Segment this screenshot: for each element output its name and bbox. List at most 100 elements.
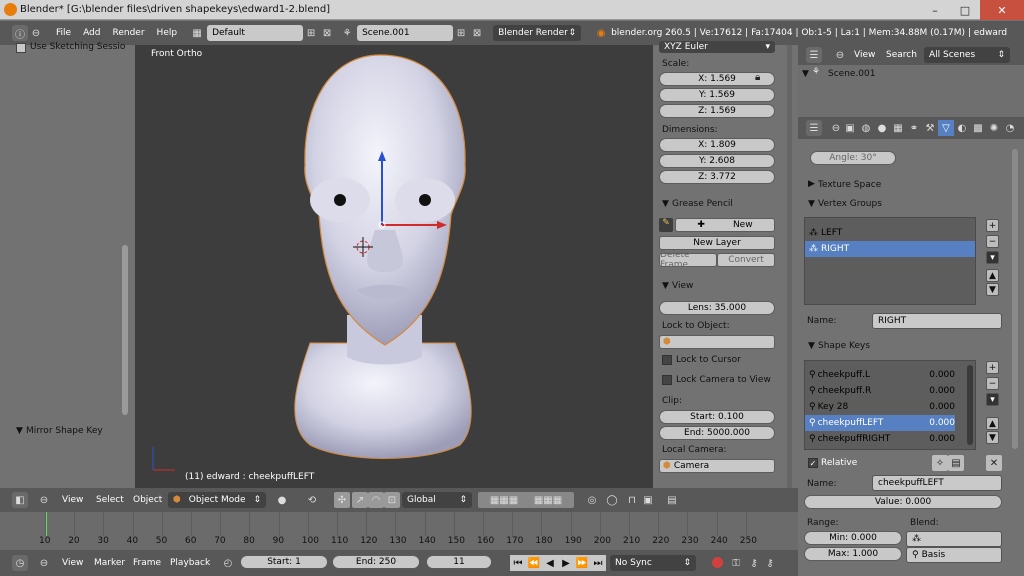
delete-key-icon[interactable]: ⚷ [762, 555, 778, 571]
view3d-menu-view[interactable]: View [56, 495, 89, 505]
mode-select[interactable]: ⬢ Object Mode ⇕ [168, 492, 266, 508]
render-opengl-icon[interactable]: ▤ [664, 492, 680, 508]
sync-mode-select[interactable]: No Sync ⇕ [610, 555, 696, 571]
jump-end-icon[interactable]: ⏭ [590, 555, 606, 571]
list-item[interactable]: ⚲ Key 28 0.000 [805, 399, 955, 415]
snap-element-icon[interactable]: ▣ [640, 492, 656, 508]
scene-icon[interactable]: ⚘ [339, 25, 355, 41]
clear-icon[interactable]: ✕ [986, 455, 1002, 471]
record-icon[interactable] [712, 557, 723, 568]
view3d-editor-icon[interactable]: ◧ [12, 492, 28, 508]
angle-field[interactable]: Angle: 30° [810, 151, 896, 165]
disclosure-triangle-icon[interactable]: ▼ [662, 281, 669, 291]
vertex-group-name-field[interactable]: RIGHT [872, 313, 1002, 329]
preview-range-icon[interactable]: ◴ [220, 555, 236, 571]
jump-keyframe-back-icon[interactable]: ⏪ [526, 555, 542, 571]
translate-icon[interactable]: ↗ [352, 492, 368, 508]
add-layout-icon[interactable]: ⊞ [303, 25, 319, 41]
grease-pencil-header[interactable]: Grease Pencil [672, 199, 733, 209]
list-item[interactable]: ⚲ cheekpuff.R 0.000 [805, 383, 955, 399]
move-up-icon[interactable]: ▲ [986, 417, 999, 430]
properties-scrollbar[interactable] [1012, 149, 1018, 449]
view3d-menu-select[interactable]: Select [90, 495, 130, 505]
max-value-field[interactable]: Max: 1.000 [804, 547, 902, 561]
outliner-editor-icon[interactable]: ☰ [806, 47, 822, 63]
texture-space-header[interactable]: Texture Space [818, 180, 881, 190]
current-frame-field[interactable]: 11 [426, 555, 492, 569]
camera-field[interactable]: ⬢ Camera [659, 459, 775, 473]
timeline-editor-icon[interactable]: ◷ [12, 555, 28, 571]
collapsed-triangle-icon[interactable]: ▶ [808, 179, 815, 189]
vertex-group-blend-field[interactable]: ⁂ [906, 531, 1002, 547]
grease-new-button[interactable]: ✚ New [675, 218, 775, 232]
list-item[interactable]: ⚲ cheekpuffRIGHT 0.000 [805, 431, 955, 447]
move-up-icon[interactable]: ▲ [986, 269, 999, 282]
clip-start-field[interactable]: Start: 0.100 [659, 410, 775, 424]
timeline-menu-marker[interactable]: Marker [88, 558, 131, 568]
material-tab-icon[interactable]: ◐ [954, 120, 970, 136]
end-frame-field[interactable]: End: 250 [332, 555, 420, 569]
particles-tab-icon[interactable]: ✺ [986, 120, 1002, 136]
layers-grid-2-icon[interactable]: ▦▦▦ [522, 492, 574, 508]
rotate-icon[interactable]: ◠ [368, 492, 384, 508]
lens-field[interactable]: Lens: 35.000 [659, 301, 775, 315]
outliner-search-menu[interactable]: Search [880, 50, 923, 60]
screen-layout-icon[interactable]: ▦ [189, 25, 205, 41]
lock-object-field[interactable]: ⬢ [659, 335, 775, 349]
outliner-scene-item[interactable]: Scene.001 [828, 69, 875, 79]
view-header[interactable]: View [672, 281, 693, 291]
relative-key-field[interactable]: ⚲ Basis [906, 547, 1002, 563]
properties-editor-icon[interactable]: ☰ [806, 120, 822, 136]
close-button[interactable]: ✕ [980, 0, 1024, 20]
new-layer-button[interactable]: New Layer [659, 236, 775, 250]
scene-tab-icon[interactable]: ◍ [858, 120, 874, 136]
add-scene-icon[interactable]: ⊞ [453, 25, 469, 41]
3d-viewport[interactable]: Front Ortho (11) edward : cheekpuffLEFT [135, 45, 653, 488]
timeline-menu-frame[interactable]: Frame [127, 558, 167, 568]
scene-filter-select[interactable]: All Scenes ⇕ [924, 47, 1010, 63]
collapse-menu-icon[interactable]: ⊖ [28, 25, 44, 41]
texture-tab-icon[interactable]: ▩ [970, 120, 986, 136]
scene-field[interactable]: Scene.001 [357, 25, 454, 41]
tool-shelf-scrollbar[interactable] [122, 245, 128, 415]
keying-set-icon[interactable]: ⚿ [728, 555, 744, 571]
sketching-checkbox[interactable] [16, 43, 26, 53]
shape-key-name-field[interactable]: cheekpuffLEFT [872, 475, 1002, 491]
collapse-menu-icon[interactable]: ⊖ [36, 492, 52, 508]
mirror-shape-key-header[interactable]: Mirror Shape Key [26, 426, 103, 436]
dimension-y-field[interactable]: Y: 2.608 [659, 154, 775, 168]
play-reverse-icon[interactable]: ◀ [542, 555, 558, 571]
insert-key-icon[interactable]: ⚷ [746, 555, 762, 571]
clip-end-field[interactable]: End: 5000.000 [659, 426, 775, 440]
constraints-tab-icon[interactable]: ⚭ [906, 120, 922, 136]
disclosure-triangle-icon[interactable]: ▼ [808, 341, 815, 351]
viewport-shading-icon[interactable]: ● [274, 492, 290, 508]
disclosure-triangle-icon[interactable]: ▼ [808, 199, 815, 209]
npanel-scrollbar[interactable] [787, 45, 792, 488]
timeline-menu-playback[interactable]: Playback [164, 558, 216, 568]
scale-y-field[interactable]: Y: 1.569 [659, 88, 775, 102]
menu-render[interactable]: Render [107, 28, 151, 38]
pivot-point-icon[interactable]: ⟲ [304, 492, 320, 508]
list-item[interactable]: ⚲ cheekpuff.L 0.000 [805, 367, 955, 383]
timeline-menu-view[interactable]: View [56, 558, 89, 568]
add-shape-key-button[interactable]: + [986, 361, 999, 374]
data-tab-icon[interactable]: ▽ [938, 120, 954, 136]
timeline[interactable]: 10 20 30 40 50 60 70 80 90 100 110 120 130 140 150 160 1… [0, 512, 798, 550]
proportional-edit-icon[interactable]: ◯ [604, 492, 620, 508]
start-frame-field[interactable]: Start: 1 [240, 555, 328, 569]
convert-button[interactable]: Convert [717, 253, 775, 267]
disclosure-triangle-icon[interactable]: ▼ [16, 426, 23, 436]
dimension-z-field[interactable]: Z: 3.772 [659, 170, 775, 184]
jump-keyframe-forward-icon[interactable]: ⏩ [574, 555, 590, 571]
world-tab-icon[interactable]: ● [874, 120, 890, 136]
list-item[interactable]: ⁂ LEFT [805, 225, 975, 241]
lock-camera-checkbox[interactable] [662, 375, 672, 385]
info-editor-icon[interactable]: ⓘ [12, 25, 28, 41]
move-down-icon[interactable]: ▼ [986, 431, 999, 444]
expand-triangle-icon[interactable]: ▼ [802, 69, 809, 79]
min-value-field[interactable]: Min: 0.000 [804, 531, 902, 545]
shape-key-specials-icon[interactable]: ▾ [986, 393, 999, 406]
remove-vertex-group-button[interactable]: − [986, 235, 999, 248]
manipulator-icon[interactable]: ✣ [334, 492, 350, 508]
